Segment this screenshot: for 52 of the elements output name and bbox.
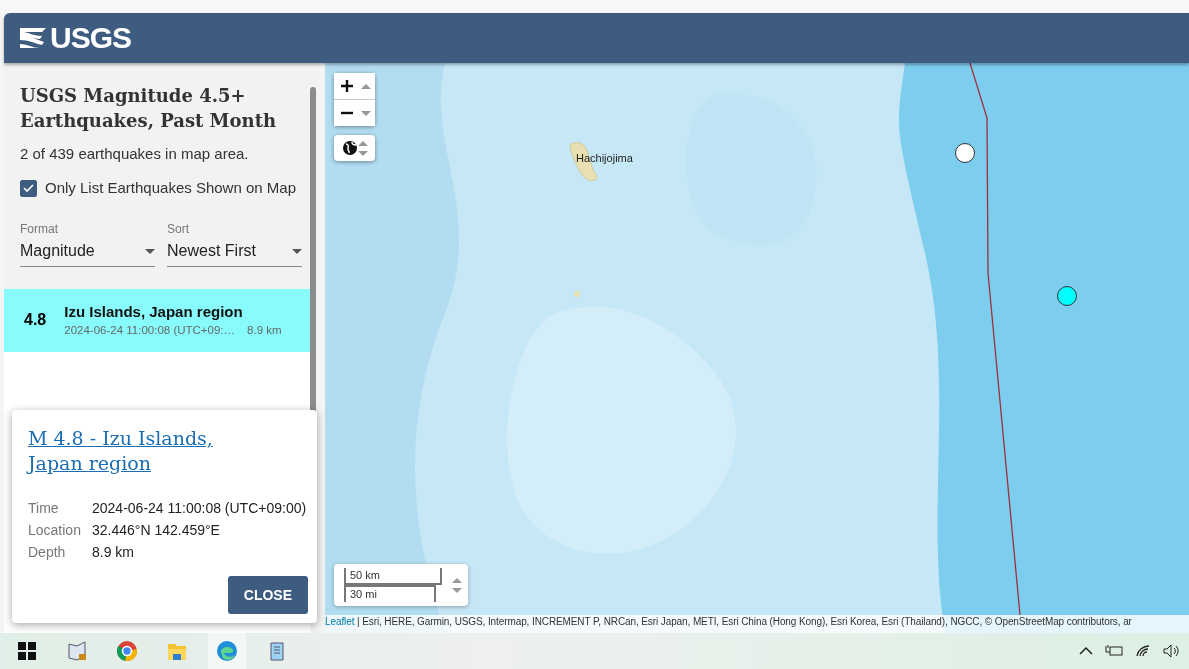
wifi-icon[interactable] bbox=[1135, 644, 1151, 658]
caret-up-icon[interactable] bbox=[1079, 646, 1093, 656]
globe-icon bbox=[341, 140, 358, 156]
checkmark-icon bbox=[22, 182, 35, 194]
zoom-out-button[interactable] bbox=[334, 100, 375, 126]
taskbar-app[interactable] bbox=[208, 633, 246, 669]
place-name: Izu Islands, Japan region bbox=[64, 303, 244, 320]
select-label: Format bbox=[20, 222, 59, 236]
dropdown[interactable]: Newest First bbox=[167, 240, 302, 267]
caret-down-icon bbox=[452, 586, 462, 594]
earthquake-list-item[interactable]: 4.8 Izu Islands, Japan region 2024-06-24 11:00:08 (UTC+09:… 8.9 km bbox=[4, 289, 310, 352]
basemap-button[interactable] bbox=[334, 135, 375, 161]
event-depth: 8.9 km bbox=[247, 324, 282, 336]
field-value: 2024-06-24 11:00:08 (UTC+09:00) bbox=[92, 500, 308, 516]
edge-icon bbox=[216, 640, 238, 662]
caret-up-icon bbox=[452, 576, 462, 584]
logo-text[interactable]: USGS bbox=[50, 21, 132, 55]
checkbox-label: Only List Earthquakes Shown on Map bbox=[45, 178, 296, 198]
speaker-icon[interactable] bbox=[1163, 644, 1181, 658]
scale-label: 50 km bbox=[344, 568, 442, 585]
dropdown-caret-icon bbox=[292, 248, 302, 254]
field-label: Time bbox=[28, 500, 60, 516]
wave-logo-icon bbox=[18, 26, 48, 50]
map-view[interactable]: Hachijojima 50 km 30 mi Leaflet | Esri, HERE, Garmin, USGS, Intermap, INCREMENT P, NRCan, Esri Japan, METI, Esri China (Hong Kong), Esri Korea, Esri (Thailand), NGCC, © OpenStreetMap contributors, ar bbox=[325, 63, 1189, 633]
checkbox[interactable] bbox=[20, 179, 37, 197]
caret-down-icon bbox=[357, 149, 368, 157]
chrome-icon bbox=[116, 640, 138, 662]
book-icon bbox=[66, 640, 88, 662]
battery-icon[interactable] bbox=[1105, 644, 1123, 658]
place-label: Hachijojima bbox=[576, 152, 633, 164]
field-value: 8.9 km bbox=[92, 544, 135, 560]
attribution-text: | Esri, HERE, Garmin, USGS, Intermap, INCREMENT P, NRCan, Esri Japan, METI, Esri China (Hong Kong), Esri Korea, Esri (Thailand), NGCC, © OpenStreetMap contributors, ar bbox=[356, 616, 1132, 627]
zoom-in-button[interactable] bbox=[334, 73, 375, 99]
field-value: 32.446°N 142.459°E bbox=[92, 522, 221, 538]
magnitude: 4.8 bbox=[24, 310, 47, 329]
dropdown-caret-icon bbox=[145, 248, 155, 254]
close-button[interactable]: CLOSE bbox=[227, 576, 308, 614]
caret-down-icon bbox=[361, 109, 371, 117]
event-time: 2024-06-24 11:00:08 (UTC+09:… bbox=[64, 324, 236, 336]
scale-label: 30 mi bbox=[344, 585, 436, 602]
field-label: Depth bbox=[28, 544, 67, 560]
event-title-link[interactable]: M 4.8 - Izu Islands, Japan region bbox=[28, 426, 253, 476]
panel-title: USGS Magnitude 4.5+ Earthquakes, Past Month bbox=[20, 84, 278, 133]
result-count: 2 of 439 earthquakes in map area. bbox=[20, 145, 250, 162]
attribution-link[interactable]: Leaflet bbox=[325, 616, 355, 627]
caret-up-icon bbox=[361, 82, 371, 90]
select-label: Sort bbox=[167, 222, 190, 236]
windows-icon bbox=[16, 640, 38, 662]
dropdown[interactable]: Magnitude bbox=[20, 240, 155, 267]
field-label: Location bbox=[28, 522, 82, 538]
caret-up-icon bbox=[357, 139, 368, 147]
plus-icon bbox=[340, 79, 354, 93]
